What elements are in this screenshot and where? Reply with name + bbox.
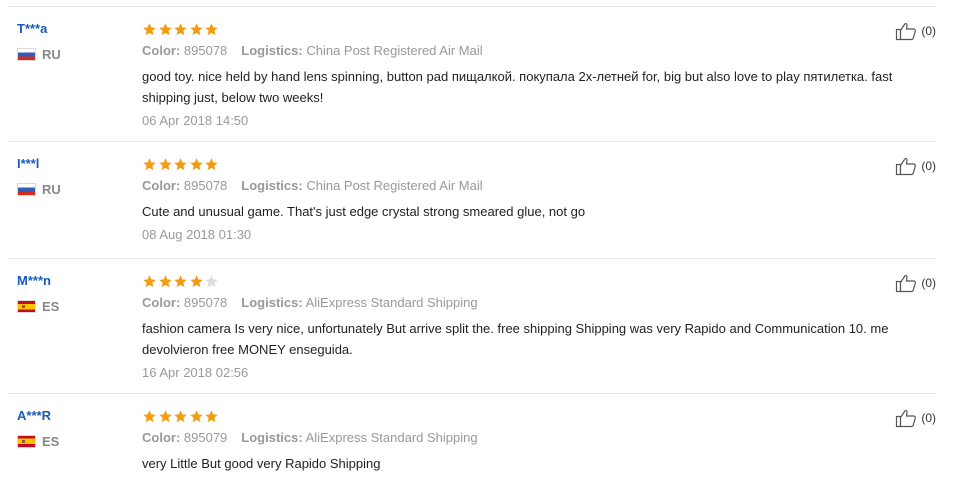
reviewer-name: A***R xyxy=(17,408,51,423)
logistics-label: Logistics: xyxy=(241,295,303,310)
review-item: M***n ES Color: 895078 Logistics: AliExpr… xyxy=(8,258,936,393)
country-code: ES xyxy=(42,298,60,314)
review-item: I***l RU Color: 895078 Logistics: China P… xyxy=(8,141,936,258)
reviewer-country: RU xyxy=(17,46,127,62)
color-label: Color: xyxy=(142,178,181,193)
review-text: very Little But good very Rapido Shippin… xyxy=(142,456,381,471)
reviewer-country: ES xyxy=(17,433,127,449)
star-filled-icon xyxy=(204,409,219,424)
review-text: fashion camera Is very nice, unfortunate… xyxy=(142,321,889,357)
star-filled-icon xyxy=(142,157,157,172)
star-filled-icon xyxy=(189,22,204,37)
logistics-label: Logistics: xyxy=(241,178,303,193)
review-content: Color: 895078 Logistics: China Post Regis… xyxy=(142,19,912,131)
star-filled-icon xyxy=(189,274,204,289)
review-item: A***R ES Color: 895079 Logistics: AliExpr… xyxy=(8,393,936,488)
star-rating xyxy=(142,406,912,426)
logistics-label: Logistics: xyxy=(241,430,303,445)
helpful-button[interactable]: (0) xyxy=(895,273,936,293)
logistics-value: AliExpress Standard Shipping xyxy=(305,430,478,445)
star-filled-icon xyxy=(158,157,173,172)
review-text: good toy. nice held by hand lens spinnin… xyxy=(142,69,893,105)
thumbs-up-icon[interactable] xyxy=(895,273,917,293)
review-item: T***a RU Color: 895078 Logistics: China P… xyxy=(8,6,936,141)
star-filled-icon xyxy=(158,409,173,424)
color-value: 895078 xyxy=(183,295,228,310)
helpful-button[interactable]: (0) xyxy=(895,156,936,176)
spain-flag-icon xyxy=(17,299,36,313)
order-info: Color: 895078 Logistics: China Post Regis… xyxy=(142,177,912,195)
reviewer-info: T***a RU xyxy=(17,21,127,62)
color-label: Color: xyxy=(142,295,181,310)
helpful-count: (0) xyxy=(921,24,936,38)
helpful-count: (0) xyxy=(921,411,936,425)
star-filled-icon xyxy=(189,409,204,424)
review-content: Color: 895079 Logistics: AliExpress Stand… xyxy=(142,406,912,474)
feedback-list: T***a RU Color: 895078 Logistics: China P… xyxy=(8,6,936,488)
logistics-value: China Post Registered Air Mail xyxy=(306,178,483,193)
review-date: 06 Apr 2018 14:50 xyxy=(142,113,249,128)
reviewer-name: M***n xyxy=(17,273,51,288)
russia-flag-icon xyxy=(17,182,36,196)
country-code: RU xyxy=(42,46,61,62)
color-value: 895079 xyxy=(183,430,228,445)
star-filled-icon xyxy=(158,274,173,289)
logistics-label: Logistics: xyxy=(241,43,303,58)
review-content: Color: 895078 Logistics: China Post Regis… xyxy=(142,154,912,245)
color-value: 895078 xyxy=(183,178,228,193)
color-label: Color: xyxy=(142,43,181,58)
thumbs-up-icon[interactable] xyxy=(895,156,917,176)
logistics-value: China Post Registered Air Mail xyxy=(306,43,483,58)
reviewer-name: T***a xyxy=(17,21,48,36)
country-code: RU xyxy=(42,181,61,197)
reviewer-country: RU xyxy=(17,181,127,197)
spain-flag-icon xyxy=(17,434,36,448)
thumbs-up-icon[interactable] xyxy=(895,408,917,428)
color-value: 895078 xyxy=(183,43,228,58)
review-date: 08 Aug 2018 01:30 xyxy=(142,227,252,242)
reviewer-country: ES xyxy=(17,298,127,314)
helpful-count: (0) xyxy=(921,276,936,290)
star-filled-icon xyxy=(173,157,188,172)
star-empty-icon xyxy=(204,274,219,289)
star-filled-icon xyxy=(204,157,219,172)
helpful-count: (0) xyxy=(921,159,936,173)
star-filled-icon xyxy=(173,274,188,289)
star-filled-icon xyxy=(142,274,157,289)
logistics-value: AliExpress Standard Shipping xyxy=(305,295,478,310)
review-content: Color: 895078 Logistics: AliExpress Stand… xyxy=(142,271,912,383)
order-info: Color: 895078 Logistics: China Post Regis… xyxy=(142,42,912,60)
star-filled-icon xyxy=(158,22,173,37)
star-filled-icon xyxy=(173,22,188,37)
helpful-button[interactable]: (0) xyxy=(895,408,936,428)
star-filled-icon xyxy=(173,409,188,424)
helpful-button[interactable]: (0) xyxy=(895,21,936,41)
thumbs-up-icon[interactable] xyxy=(895,21,917,41)
russia-flag-icon xyxy=(17,47,36,61)
color-label: Color: xyxy=(142,430,181,445)
star-rating xyxy=(142,19,912,39)
reviewer-info: I***l RU xyxy=(17,156,127,197)
order-info: Color: 895079 Logistics: AliExpress Stand… xyxy=(142,429,912,447)
star-filled-icon xyxy=(189,157,204,172)
country-code: ES xyxy=(42,433,60,449)
reviewer-info: A***R ES xyxy=(17,408,127,449)
reviewer-name: I***l xyxy=(17,156,40,171)
review-date: 16 Apr 2018 02:56 xyxy=(142,365,249,380)
order-info: Color: 895078 Logistics: AliExpress Stand… xyxy=(142,294,912,312)
star-rating xyxy=(142,154,912,174)
star-filled-icon xyxy=(204,22,219,37)
star-filled-icon xyxy=(142,22,157,37)
star-rating xyxy=(142,271,912,291)
star-filled-icon xyxy=(142,409,157,424)
reviewer-info: M***n ES xyxy=(17,273,127,314)
review-text: Cute and unusual game. That's just edge … xyxy=(142,204,586,219)
